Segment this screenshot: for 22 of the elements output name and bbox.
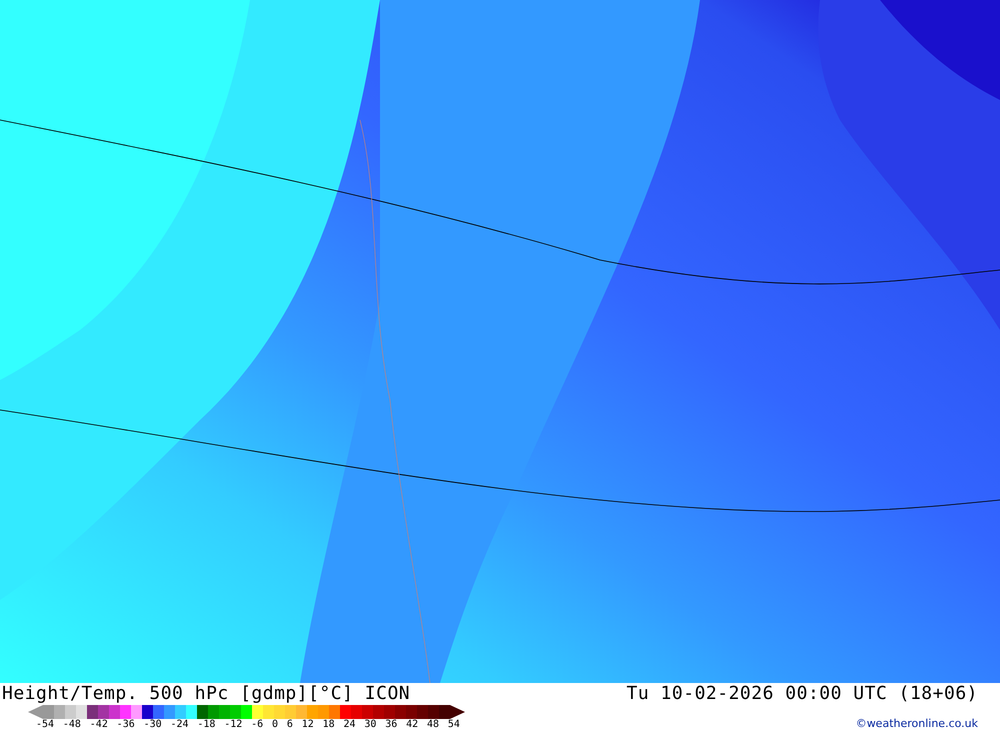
scale-tick-label: 36 (385, 719, 398, 730)
valid-time: Tu 10-02-2026 00:00 UTC (18+06) (626, 683, 978, 705)
scale-tick-label: 18 (322, 719, 335, 730)
scale-tick-label: 54 (448, 719, 460, 730)
scale-tick-label: 30 (364, 719, 376, 730)
scale-tick-label: -6 (251, 719, 264, 730)
scale-tick-label: -48 (62, 719, 81, 730)
scale-tick-label: -18 (197, 719, 216, 730)
scale-tick-label: 12 (302, 719, 314, 730)
scale-tick-label: 6 (286, 719, 293, 730)
scale-tick-label: -12 (224, 719, 242, 730)
scale-tick-label: -54 (36, 719, 54, 730)
scale-tick-label: 24 (343, 719, 356, 730)
scale-tick-label: -30 (144, 719, 162, 730)
scale-tick-label: 42 (406, 719, 418, 730)
scale-tick-label: 48 (426, 719, 440, 730)
copyright-link[interactable]: ©weatheronline.co.uk (856, 717, 978, 730)
scale-tick-label: 0 (272, 719, 278, 730)
scale-tick-label: -36 (116, 719, 135, 730)
map-title: Height/Temp. 500 hPc [gdmp][°C] ICON (2, 683, 412, 705)
scale-tick-label: -24 (170, 719, 189, 730)
scale-tick-label: -42 (90, 719, 108, 730)
